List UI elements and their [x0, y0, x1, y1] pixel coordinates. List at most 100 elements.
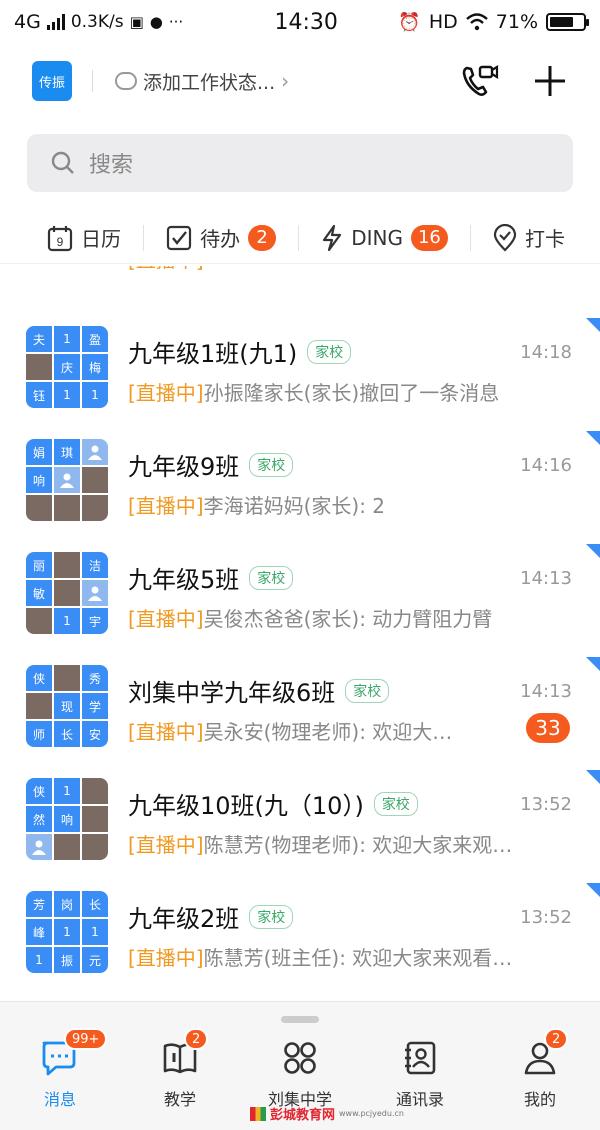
member-initial: 1: [54, 919, 80, 945]
partial-live-label: [直播中]: [128, 266, 204, 273]
member-initial: 响: [54, 806, 80, 832]
conversation-row[interactable]: 丽 洁敏 1 宇九年级5班 家校 14:13 [直播中]吴俊杰爸爸(家长): 动力臂阻力臂: [0, 530, 600, 643]
search-placeholder: 搜索: [89, 153, 134, 178]
ding-label: DING: [351, 225, 403, 250]
header-divider: [92, 70, 93, 92]
quickbar-divider: [469, 224, 471, 251]
group-type-tag: 家校: [249, 565, 294, 590]
conversation-row[interactable]: 娟琪响九年级9班 家校 14:16 [直播中]李海诺妈妈(家长): 2: [0, 417, 600, 530]
work-status-button[interactable]: 添加工作状态... ›: [115, 68, 289, 95]
calendar-button[interactable]: 9 日历: [47, 223, 121, 252]
member-initial: 盈: [82, 326, 108, 352]
live-indicator: [直播中]: [128, 607, 204, 631]
group-type-tag: 家校: [307, 339, 352, 364]
member-initial: 长: [54, 721, 80, 747]
add-button[interactable]: [528, 59, 572, 103]
message-time: 14:13: [520, 681, 572, 702]
member-initial: 洁: [82, 552, 108, 578]
conversation-list[interactable]: [直播中] 夫1盈庆梅钰11九年级1班(九1)家校14:18[直播中]孙振隆家长…: [0, 266, 600, 1001]
group-avatar: 侠 秀现学师长安: [26, 665, 108, 747]
tab-contacts[interactable]: 通讯录: [365, 1038, 475, 1110]
org-logo[interactable]: 传振: [32, 61, 72, 101]
tab-label: 教学: [163, 1090, 196, 1109]
signal-icon: [46, 14, 65, 30]
pinned-corner-marker: [586, 318, 600, 332]
conversation-row[interactable]: 芳岗长峰 1 1 1 振元九年级2班 家校 13:52 [直播中]陈慧芳(班主任): 欢迎大家…: [0, 869, 600, 982]
video-call-button[interactable]: [458, 59, 502, 103]
app-header: 传振 添加工作状态... ›: [0, 52, 600, 110]
member-photo: [26, 495, 52, 521]
message-time: 13:52: [520, 907, 572, 928]
member-initial: 琪: [54, 439, 80, 465]
search-input[interactable]: 搜索: [27, 134, 573, 192]
member-photo: [26, 354, 52, 380]
drag-handle[interactable]: [281, 1016, 319, 1023]
member-photo: [26, 693, 52, 719]
work-status-label: 添加工作状态...: [143, 71, 276, 94]
location-check-icon: [493, 223, 517, 252]
live-indicator: [直播中]: [128, 494, 204, 518]
partial-conversation-row[interactable]: [直播中]: [0, 266, 600, 286]
conversation-title: 九年级5班 家校: [128, 560, 294, 595]
tab-user[interactable]: 2 我的: [485, 1028, 595, 1110]
group-type-tag: 家校: [345, 678, 390, 703]
battery-percent: 71%: [495, 11, 538, 33]
live-indicator: [直播中]: [128, 720, 204, 744]
last-message: 孙振隆家长(家长)撤回了一条消息: [203, 381, 500, 405]
message-preview: [直播中]李海诺妈妈(家长): 2: [128, 490, 568, 519]
member-initial: 师: [26, 721, 52, 747]
notification-icon: ▣: [129, 13, 144, 31]
group-avatar: 夫1盈庆梅钰11: [26, 326, 108, 408]
quickbar-divider: [143, 224, 145, 251]
message-preview: [直播中]孙振隆家长(家长)撤回了一条消息: [128, 377, 568, 406]
message-time: 14:16: [520, 455, 572, 476]
group-avatar: 丽 洁敏1宇: [26, 552, 108, 634]
wifi-icon: [465, 13, 488, 31]
tab-badge: 99+: [64, 1028, 108, 1050]
pinned-corner-marker: [586, 883, 600, 897]
conversation-row[interactable]: 夫 1 盈庆梅钰 1 1 九年级1班(九1) 家校 14:18 [直播中]孙振隆家长(家长)撤回…: [0, 304, 600, 417]
group-name: 刘集中学九年级6班: [128, 679, 336, 707]
conversation-title: 刘集中学九年级6班 家校: [128, 673, 390, 708]
message-time: 14:18: [520, 342, 572, 363]
pinned-corner-marker: [586, 431, 600, 445]
alarm-icon: ⏰: [398, 11, 421, 33]
conversation-row[interactable]: 侠 1 然响九年级10班(九（10）) 家校 13:52 [直播中]陈慧芳(物理老师): …: [0, 756, 600, 869]
tab-chat[interactable]: 99+ 消息: [5, 1028, 115, 1110]
network-type: 4G: [14, 11, 41, 33]
tab-book[interactable]: 2 教学: [125, 1028, 235, 1110]
member-photo: [54, 552, 80, 578]
message-preview: [直播中]吴永安(物理老师): 欢迎大…: [128, 716, 468, 745]
calendar-label: 日历: [81, 227, 122, 251]
status-bar: 4G 0.3K/s ▣ ● ··· 14:30 ⏰ HD 71%: [0, 0, 600, 44]
todo-label: 待办: [200, 227, 241, 251]
ding-button[interactable]: DING 16: [321, 224, 448, 252]
member-initial: 1: [26, 947, 52, 973]
watermark-text: 彭城教育网: [270, 1108, 336, 1123]
member-initial: 长: [82, 891, 108, 917]
conversation-row[interactable]: 侠 秀现学师长安刘集中学九年级6班 家校 14:13 [直播中]吴永安(物理老师): 欢…: [0, 643, 600, 756]
member-initial: 丽: [26, 552, 52, 578]
member-initial: 1: [82, 919, 108, 945]
checkin-button[interactable]: 打卡: [493, 223, 565, 252]
group-name: 九年级10班(九（10）): [128, 792, 364, 820]
member-initial: 元: [82, 947, 108, 973]
member-photo: [82, 495, 108, 521]
member-initial: 1: [54, 326, 80, 352]
last-message: 吴永安(物理老师): 欢迎大…: [203, 720, 453, 744]
live-indicator: [直播中]: [128, 946, 204, 970]
member-initial: 侠: [26, 665, 52, 691]
member-initial: 安: [82, 721, 108, 747]
tab-grid[interactable]: 刘集中学: [245, 1038, 355, 1110]
todo-button[interactable]: 待办 2: [166, 223, 277, 252]
message-time: 14:13: [520, 568, 572, 589]
member-initial: 芳: [26, 891, 52, 917]
last-message: 吴俊杰爸爸(家长): 动力臂阻力臂: [203, 607, 493, 631]
member-initial: 庆: [54, 354, 80, 380]
unread-badge: 33: [526, 713, 570, 743]
user-icon: 2: [520, 1028, 569, 1078]
quickbar-divider: [298, 224, 300, 251]
member-initial: 宇: [82, 608, 108, 634]
contacts-icon: [400, 1038, 440, 1078]
member-initial: 梅: [82, 354, 108, 380]
